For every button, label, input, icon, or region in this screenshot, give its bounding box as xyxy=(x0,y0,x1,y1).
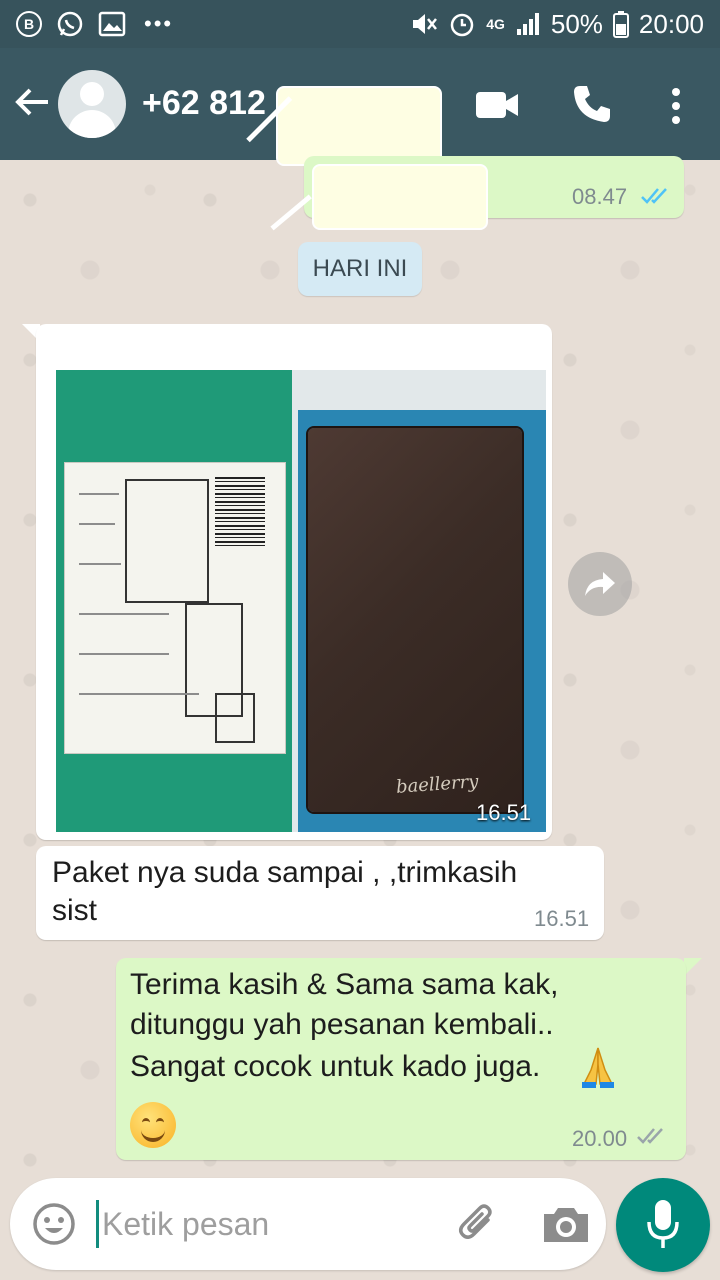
status-bar: B ••• 4G 50% 20:00 xyxy=(0,0,720,48)
clock: 20:00 xyxy=(638,8,704,39)
camera-icon[interactable] xyxy=(540,1204,592,1246)
date-divider: HARI INI xyxy=(298,242,422,296)
redaction-sticker xyxy=(276,86,442,166)
mic-icon[interactable] xyxy=(645,1198,681,1250)
message-text-line: sist xyxy=(52,894,97,927)
network-type: 4G xyxy=(486,16,505,32)
shared-photo[interactable]: baellerry xyxy=(56,370,546,832)
alarm-icon xyxy=(450,13,474,37)
back-arrow-icon[interactable] xyxy=(12,82,52,122)
delivered-ticks-icon xyxy=(637,1128,663,1144)
forward-button[interactable] xyxy=(568,552,632,616)
contact-avatar[interactable] xyxy=(58,70,126,138)
message-text-line: Sangat cocok untuk kado juga. xyxy=(130,1050,541,1083)
gallery-notification-icon xyxy=(98,11,126,37)
attach-icon[interactable] xyxy=(454,1200,502,1248)
shipping-label xyxy=(64,462,286,754)
package-photo xyxy=(56,370,292,832)
video-call-icon[interactable] xyxy=(474,88,520,122)
battery-icon xyxy=(612,11,629,38)
message-time: 08.47 xyxy=(572,184,628,209)
message-text-line: ditunggu yah pesanan kembali.. xyxy=(130,1008,554,1041)
more-notifications-dots: ••• xyxy=(144,11,174,36)
b-notification-icon: B xyxy=(16,11,42,37)
incoming-text-message[interactable]: Paket nya suda sampai , ,trimkasih sist … xyxy=(36,846,604,940)
text-cursor xyxy=(96,1200,99,1248)
message-time: 16.51 xyxy=(534,906,590,931)
wallet-photo xyxy=(308,428,522,812)
message-text-line: Terima kasih & Sama sama kak, xyxy=(130,968,559,1001)
read-ticks-icon xyxy=(641,188,667,204)
contact-name[interactable]: +62 812 xyxy=(142,84,266,123)
forward-icon[interactable] xyxy=(583,570,617,598)
message-input[interactable] xyxy=(102,1200,432,1248)
bubble-tail xyxy=(684,958,702,976)
image-message-time: 16.51 xyxy=(476,800,532,825)
emoji-icon[interactable] xyxy=(30,1200,78,1248)
praying-hands-emoji xyxy=(582,1047,614,1088)
smiling-face-emoji xyxy=(130,1102,176,1148)
battery-percent: 50% xyxy=(550,8,603,39)
mute-icon xyxy=(413,14,438,34)
menu-icon[interactable] xyxy=(664,84,688,128)
message-time: 20.00 xyxy=(572,1126,628,1151)
redaction-sticker xyxy=(312,164,488,230)
whatsapp-notification-icon xyxy=(57,11,83,37)
signal-icon xyxy=(516,13,539,35)
phone-icon[interactable] xyxy=(570,82,614,126)
message-text-line: Paket nya suda sampai , ,trimkasih xyxy=(52,856,518,889)
